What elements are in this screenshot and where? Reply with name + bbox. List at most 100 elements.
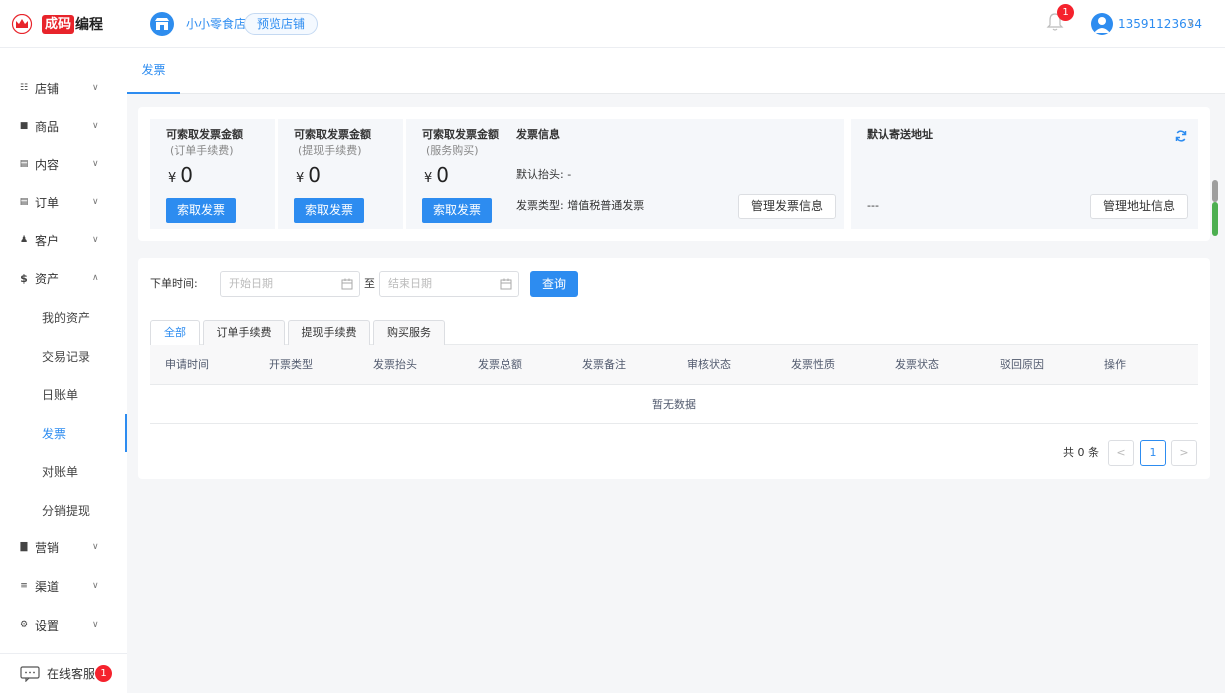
user-avatar-icon[interactable] (1091, 13, 1113, 35)
sidebar: ☷ 店铺 ∨ ■ 商品 ∨ ▤ 内容 ∨ ▤ 订单 ∨ ♟ 客户 ∨ $ 资产 … (0, 48, 127, 693)
invoice-info-title: 发票信息 (516, 128, 560, 141)
calendar-icon (500, 278, 512, 290)
column-header: 发票抬头 (373, 358, 417, 371)
invoice-default-header: 默认抬头: - (516, 168, 572, 181)
gear-icon: ⚙ (19, 620, 29, 630)
logo-badge: 成码 (42, 14, 75, 34)
sidebar-item-marketing[interactable]: ▇ 营销 ∨ (0, 528, 127, 566)
sidebar-item-label: 渠道 (35, 579, 60, 594)
manage-invoice-info-button[interactable]: 管理发票信息 (738, 194, 837, 219)
sidebar-item-customer[interactable]: ♟ 客户 ∨ (0, 221, 127, 259)
logo[interactable]: 成码 编程 (10, 13, 103, 35)
chevron-down-icon: ∨ (92, 121, 99, 131)
scrollbar-indicator (1212, 202, 1218, 236)
amount-title: 可索取发票金额 (166, 128, 243, 141)
column-header: 审核状态 (687, 358, 731, 371)
logo-text: 编程 (75, 17, 104, 33)
sidebar-sub-invoice[interactable]: 发票 (0, 414, 127, 452)
sidebar-sub-label: 日账单 (42, 387, 79, 402)
store-name[interactable]: 小小零食店 (186, 16, 246, 32)
sidebar-sub-my-assets[interactable]: 我的资产 (0, 298, 127, 336)
sidebar-item-label: 内容 (35, 157, 60, 172)
sidebar-item-label: 店铺 (35, 81, 60, 96)
bar-chart-icon: ▇ (20, 542, 28, 552)
tab-order-fee[interactable]: 订单手续费 (203, 320, 285, 345)
address-info-block: 默认寄送地址 --- 管理地址信息 (851, 119, 1198, 229)
tab-invoice[interactable]: 发票 (127, 48, 180, 94)
amount-number: 0 (436, 163, 450, 187)
online-support[interactable]: 在线客服 1 (0, 653, 127, 693)
pager-prev-button[interactable]: < (1108, 440, 1134, 466)
request-invoice-button[interactable]: 索取发票 (422, 198, 492, 223)
sidebar-item-label: 订单 (35, 195, 60, 210)
sidebar-item-label: 营销 (35, 540, 60, 555)
sidebar-item-asset[interactable]: $ 资产 ∧ (0, 259, 127, 297)
crown-logo-icon (10, 13, 34, 35)
query-button[interactable]: 查询 (530, 271, 578, 297)
pager-total: 共 0 条 (1063, 446, 1099, 459)
invoice-summary-card: 可索取发票金额 (订单手续费) ¥0 索取发票 可索取发票金额 (提现手续费) … (138, 107, 1210, 241)
column-header: 驳回原因 (1000, 358, 1044, 371)
support-badge: 1 (95, 665, 112, 682)
tab-all[interactable]: 全部 (150, 320, 200, 346)
amount-subtitle: (服务购买) (426, 144, 479, 157)
sidebar-item-settings[interactable]: ⚙ 设置 ∨ (0, 606, 127, 644)
address-info-title: 默认寄送地址 (867, 128, 933, 141)
address-value: --- (867, 199, 879, 212)
sidebar-sub-statement[interactable]: 对账单 (0, 452, 127, 490)
sidebar-item-channel[interactable]: ≡ 渠道 ∨ (0, 567, 127, 605)
page-tab-bar: 发票 (127, 48, 1225, 94)
scrollbar-thumb[interactable] (1212, 180, 1218, 202)
invoice-tabs: 全部 订单手续费 提现手续费 购买服务 (150, 320, 1198, 346)
chevron-down-icon: ∨ (92, 542, 99, 552)
sidebar-sub-transactions[interactable]: 交易记录 (0, 337, 127, 375)
top-bar: 成码 编程 小小零食店 预览店铺 1 13591123634 ∨ (0, 0, 1225, 48)
support-label: 在线客服 (47, 667, 96, 681)
request-invoice-button[interactable]: 索取发票 (294, 198, 364, 223)
store-avatar-icon[interactable] (150, 12, 174, 36)
currency-symbol: ¥ (424, 171, 433, 186)
amount-title: 可索取发票金额 (294, 128, 371, 141)
pager-next-button[interactable]: > (1171, 440, 1197, 466)
amount-value: ¥0 (296, 163, 321, 191)
sidebar-sub-distribution-withdrawal[interactable]: 分销提现 (0, 491, 127, 529)
tab-service-purchase[interactable]: 购买服务 (373, 320, 445, 345)
end-date-input[interactable]: 结束日期 (379, 271, 519, 297)
refresh-icon[interactable] (1174, 129, 1188, 143)
channel-icon: ≡ (20, 581, 28, 591)
amount-value: ¥0 (424, 163, 449, 191)
amount-title: 可索取发票金额 (422, 128, 499, 141)
request-invoice-button[interactable]: 索取发票 (166, 198, 236, 223)
start-date-placeholder: 开始日期 (229, 277, 273, 290)
preview-store-button[interactable]: 预览店铺 (244, 13, 319, 35)
start-date-input[interactable]: 开始日期 (220, 271, 360, 297)
currency-symbol: ¥ (168, 171, 177, 186)
chevron-down-icon: ∨ (92, 235, 99, 245)
sidebar-item-goods[interactable]: ■ 商品 ∨ (0, 107, 127, 145)
sidebar-item-content[interactable]: ▤ 内容 ∨ (0, 145, 127, 183)
chat-icon (20, 666, 40, 683)
range-to-label: 至 (364, 277, 375, 290)
chevron-up-icon: ∧ (92, 273, 99, 283)
page-scrollbar[interactable] (1212, 180, 1218, 236)
chevron-down-icon: ∨ (92, 159, 99, 169)
amount-number: 0 (180, 163, 194, 187)
sidebar-item-store[interactable]: ☷ 店铺 ∨ (0, 69, 127, 107)
table-empty-state: 暂无数据 (150, 385, 1198, 424)
pager-page-button[interactable]: 1 (1140, 440, 1166, 466)
sidebar-sub-label: 交易记录 (42, 349, 91, 364)
sidebar-sub-daily-bill[interactable]: 日账单 (0, 375, 127, 413)
chevron-down-icon[interactable]: ∨ (1187, 16, 1194, 32)
content-icon: ▤ (19, 159, 29, 169)
amount-value: ¥0 (168, 163, 193, 191)
calendar-icon (341, 278, 353, 290)
sidebar-item-label: 设置 (35, 618, 60, 633)
chevron-down-icon: ∨ (92, 620, 99, 630)
sidebar-item-order[interactable]: ▤ 订单 ∨ (0, 183, 127, 221)
sidebar-sub-label: 我的资产 (42, 310, 91, 325)
currency-symbol: ¥ (296, 171, 305, 186)
manage-address-button[interactable]: 管理地址信息 (1090, 194, 1189, 219)
tab-withdrawal-fee[interactable]: 提现手续费 (288, 320, 370, 345)
sidebar-item-label: 资产 (35, 271, 60, 286)
store-icon: ☷ (19, 83, 29, 93)
